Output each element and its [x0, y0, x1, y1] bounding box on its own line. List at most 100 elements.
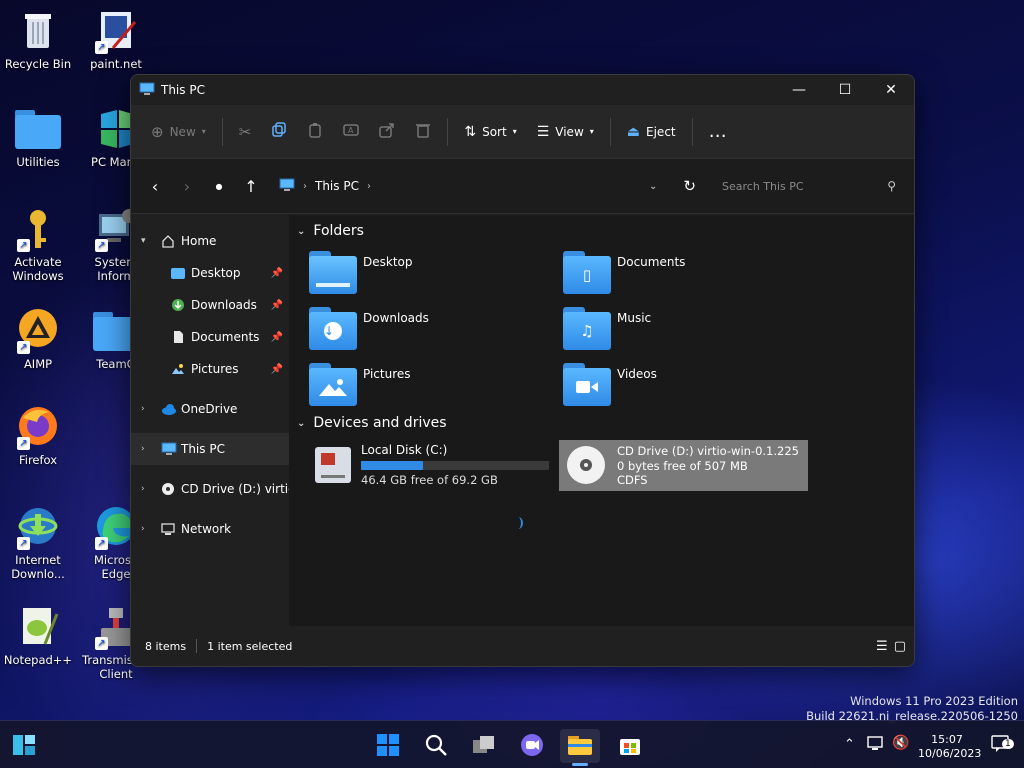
sidebar-item-label: Downloads [191, 298, 257, 312]
eject-button[interactable]: ⏏ Eject [617, 114, 686, 150]
rename-icon: A [343, 122, 360, 141]
search-input[interactable]: Search This PC ⚲ [710, 170, 906, 202]
folder-label: Videos [617, 367, 657, 381]
folder-item-videos[interactable]: Videos [563, 363, 803, 413]
search-icon: ⚲ [887, 179, 896, 193]
address-history-dropdown[interactable]: ⌄ [649, 181, 657, 192]
show-hidden-icons-button[interactable]: ⌃ [844, 737, 855, 752]
see-more-button[interactable]: … [699, 114, 738, 150]
drive-name: Local Disk (C:) [361, 443, 448, 457]
file-explorer-taskbar-button[interactable] [560, 729, 600, 766]
desktop-icon-label: Utilities [16, 155, 60, 169]
desktop-icon-notepad-plus-plus[interactable]: Notepad++ [0, 604, 76, 667]
chevron-right-icon: › [303, 180, 307, 192]
view-button[interactable]: ☰ View ▾ [527, 114, 604, 150]
folder-item-documents[interactable]: ▯ Documents [563, 251, 803, 301]
delete-button[interactable] [405, 114, 441, 150]
sidebar-item-home[interactable]: ▾ Home [131, 225, 289, 257]
sidebar-item-downloads[interactable]: Downloads 📌 [131, 289, 289, 321]
desktop-icon-activate-windows[interactable]: ↗ Activate Windows [0, 206, 76, 283]
devices-section-header[interactable]: ⌄ Devices and drives [297, 415, 447, 431]
search-button[interactable] [416, 729, 456, 763]
pin-icon: 📌 [270, 299, 283, 311]
network-status-button[interactable] [866, 735, 884, 756]
sidebar-item-documents[interactable]: Documents 📌 [131, 321, 289, 353]
details-view-button[interactable]: ☰ [876, 639, 888, 654]
close-button[interactable]: ✕ [868, 75, 914, 105]
volume-button[interactable]: 🔇 [892, 735, 909, 751]
share-icon [379, 122, 395, 141]
sidebar-item-onedrive[interactable]: › OneDrive [131, 393, 289, 425]
folder-item-music[interactable]: ♫ Music [563, 307, 803, 357]
sidebar-item-network[interactable]: › Network [131, 513, 289, 545]
folder-item-desktop[interactable]: Desktop [309, 251, 549, 301]
folder-item-pictures[interactable]: Pictures [309, 363, 549, 413]
clock-date: 10/06/2023 [918, 747, 982, 760]
desktop-icon-utilities[interactable]: Utilities [0, 106, 76, 169]
arrow-right-icon: › [183, 176, 191, 196]
folders-section-header[interactable]: ⌄ Folders [297, 223, 364, 239]
forward-button[interactable]: › [171, 170, 203, 202]
copy-button[interactable] [261, 114, 297, 150]
sidebar-item-desktop[interactable]: Desktop 📌 [131, 257, 289, 289]
sidebar-item-pictures[interactable]: Pictures 📌 [131, 353, 289, 385]
view-icon: ☰ [536, 123, 550, 140]
internet-download-manager-icon: ↗ [15, 504, 61, 550]
sidebar-item-cd-drive[interactable]: › CD Drive (D:) virtio-w [131, 473, 289, 505]
loading-spinner-icon [513, 517, 523, 529]
task-view-button[interactable] [464, 729, 504, 763]
toolbar-separator [221, 117, 223, 146]
clock[interactable]: 15:07 10/06/2023 [918, 733, 982, 761]
refresh-button[interactable]: ↻ [683, 177, 696, 195]
paste-button[interactable] [297, 114, 333, 150]
recycle-bin-icon [15, 8, 61, 54]
chevron-down-icon: ▾ [589, 127, 594, 136]
shortcut-arrow-icon: ↗ [17, 437, 30, 450]
cut-button[interactable]: ✂ [229, 114, 262, 150]
recent-locations-button[interactable]: ● [203, 170, 235, 202]
desktop-icon-aimp[interactable]: ↗ AIMP [0, 308, 76, 371]
sort-button[interactable]: ⇅ Sort ▾ [454, 114, 526, 150]
maximize-button[interactable]: ☐ [822, 75, 868, 105]
drive-usage-bar [361, 461, 549, 470]
rename-button[interactable]: A [333, 114, 369, 150]
drive-item-local-disk[interactable]: Local Disk (C:) 46.4 GB free of 69.2 GB [309, 439, 554, 491]
teams-chat-button[interactable] [512, 729, 552, 763]
tiles-view-button[interactable]: ▢ [894, 639, 906, 654]
new-button[interactable]: ⊕ New ▾ [141, 114, 216, 150]
desktop-icon-label: AIMP [23, 357, 53, 371]
back-button[interactable]: ‹ [139, 170, 171, 202]
title-bar[interactable]: This PC — ☐ ✕ [131, 75, 914, 105]
desktop-icon-label: Activate Windows [12, 255, 64, 283]
widgets-button[interactable] [4, 729, 44, 763]
desktop-icon-recycle-bin[interactable]: Recycle Bin [0, 8, 76, 71]
share-button[interactable] [369, 114, 405, 150]
pin-icon: 📌 [270, 267, 283, 279]
selection-count: 1 item selected [207, 639, 293, 653]
tiles-view-icon: ▢ [893, 638, 906, 654]
folder-item-downloads[interactable]: ↓ Downloads [309, 307, 549, 357]
desktop-icon-paint-net[interactable]: ↗ paint.net [78, 8, 154, 71]
drive-item-cd-drive[interactable]: CD Drive (D:) virtio-win-0.1.225 0 bytes… [559, 440, 808, 491]
sidebar-item-this-pc[interactable]: › This PC [131, 433, 289, 465]
desktop-icon-internet-download-manager[interactable]: ↗ Internet Downlo... [0, 504, 76, 581]
desktop-icon-firefox[interactable]: ↗ Firefox [0, 404, 76, 467]
clock-time: 15:07 [931, 733, 963, 746]
microsoft-store-button[interactable] [610, 729, 650, 763]
breadcrumb-this-pc[interactable]: This PC [315, 179, 359, 193]
start-button[interactable] [368, 729, 408, 763]
up-button[interactable]: ↑ [235, 170, 267, 202]
minimize-button[interactable]: — [776, 75, 822, 105]
minimize-icon: — [792, 82, 806, 98]
notifications-button[interactable]: 1 [990, 733, 1014, 756]
desktop-icon-label: paint.net [90, 57, 142, 71]
breadcrumb[interactable]: › This PC › ⌄ ↻ [267, 170, 702, 202]
arrow-left-icon: ‹ [151, 176, 159, 196]
close-icon: ✕ [885, 82, 897, 98]
chevron-right-icon: › [141, 444, 145, 454]
chevron-right-icon: › [141, 404, 145, 414]
cd-icon [161, 482, 175, 496]
file-explorer-window[interactable]: This PC — ☐ ✕ ⊕ New ▾ ✂ A ⇅ Sort ▾ ☰ View ▾ ⏏ E… [130, 74, 915, 667]
search-icon [424, 733, 448, 760]
aimp-icon: ↗ [15, 308, 61, 354]
